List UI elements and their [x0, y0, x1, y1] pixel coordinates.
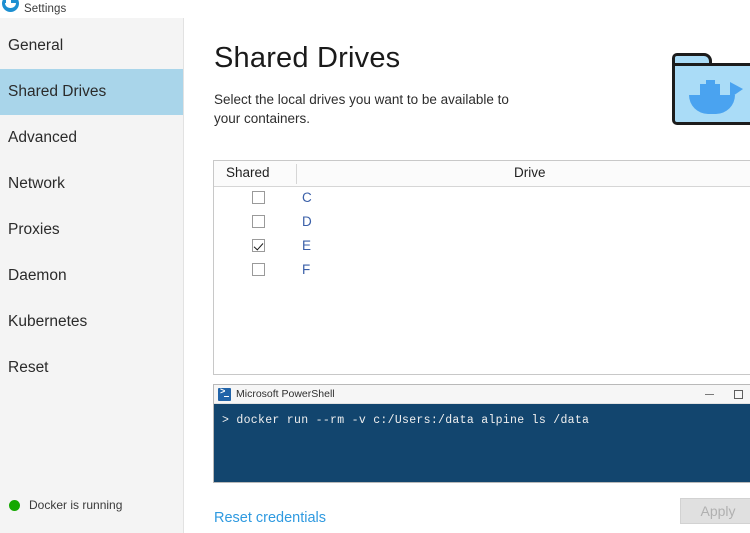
table-row[interactable]: E: [214, 235, 750, 259]
powershell-titlebar[interactable]: Microsoft PowerShell ✕: [214, 385, 750, 404]
sidebar-item-label: Kubernetes: [8, 313, 88, 330]
share-checkbox-e[interactable]: [252, 239, 265, 252]
apply-button[interactable]: Apply: [680, 498, 750, 524]
page-subtitle: Select the local drives you want to be a…: [214, 92, 509, 126]
column-header-drive: Drive: [514, 165, 546, 180]
table-row[interactable]: C: [214, 187, 750, 211]
table-row[interactable]: D: [214, 211, 750, 235]
window-controls: ✕: [695, 385, 750, 404]
folder-with-docker-whale-icon: [672, 53, 750, 125]
sidebar-item-daemon[interactable]: Daemon: [0, 253, 183, 299]
window-titlebar: Settings: [0, 0, 750, 18]
console-command-line: > docker run --rm -v c:/Users:/data alpi…: [222, 414, 590, 427]
table-row[interactable]: F: [214, 259, 750, 283]
sidebar-item-reset[interactable]: Reset: [0, 345, 183, 391]
sidebar-item-label: Advanced: [8, 129, 77, 146]
powershell-console[interactable]: > docker run --rm -v c:/Users:/data alpi…: [214, 404, 750, 482]
drive-letter: E: [302, 238, 312, 253]
sidebar-item-advanced[interactable]: Advanced: [0, 115, 183, 161]
column-header-shared: Shared: [226, 165, 270, 180]
sidebar-item-label: Daemon: [8, 267, 67, 284]
share-checkbox-f[interactable]: [252, 263, 265, 276]
status-label: Docker is running: [29, 498, 123, 512]
window-title: Settings: [24, 3, 67, 15]
share-checkbox-c[interactable]: [252, 191, 265, 204]
powershell-icon: [218, 387, 231, 401]
sidebar: General Shared Drives Advanced Network P…: [0, 18, 184, 533]
powershell-window: Microsoft PowerShell ✕ > docker run --rm…: [213, 384, 750, 483]
sidebar-nav: General Shared Drives Advanced Network P…: [0, 18, 183, 391]
status-bar: Docker is running: [0, 477, 184, 533]
sidebar-item-proxies[interactable]: Proxies: [0, 207, 183, 253]
main-panel: Shared Drives Select the local drives yo…: [185, 18, 750, 533]
drive-letter: D: [302, 214, 312, 229]
sidebar-item-general[interactable]: General: [0, 23, 183, 69]
reset-credentials-link[interactable]: Reset credentials: [214, 510, 326, 526]
sidebar-item-kubernetes[interactable]: Kubernetes: [0, 299, 183, 345]
share-checkbox-d[interactable]: [252, 215, 265, 228]
sidebar-item-label: Shared Drives: [8, 83, 107, 100]
page-title: Shared Drives: [214, 42, 401, 74]
settings-window: Settings General Shared Drives Advanced …: [0, 0, 750, 533]
drive-letter: C: [302, 190, 312, 205]
sidebar-item-label: Network: [8, 175, 65, 192]
column-divider: [296, 164, 297, 184]
sidebar-item-shared-drives[interactable]: Shared Drives: [0, 69, 183, 115]
drives-table: Shared Drive C D E F: [213, 160, 750, 375]
table-header-row: Shared Drive: [214, 161, 750, 187]
powershell-title: Microsoft PowerShell: [236, 388, 335, 400]
maximize-icon[interactable]: [724, 385, 750, 404]
minimize-icon[interactable]: [695, 385, 724, 404]
status-indicator-icon: [9, 499, 20, 511]
sidebar-item-label: Proxies: [8, 221, 60, 238]
drive-letter: F: [302, 262, 311, 277]
sidebar-item-label: General: [8, 37, 64, 54]
sidebar-item-network[interactable]: Network: [0, 161, 183, 207]
docker-whale-icon: [1, 0, 21, 18]
sidebar-item-label: Reset: [8, 359, 49, 376]
